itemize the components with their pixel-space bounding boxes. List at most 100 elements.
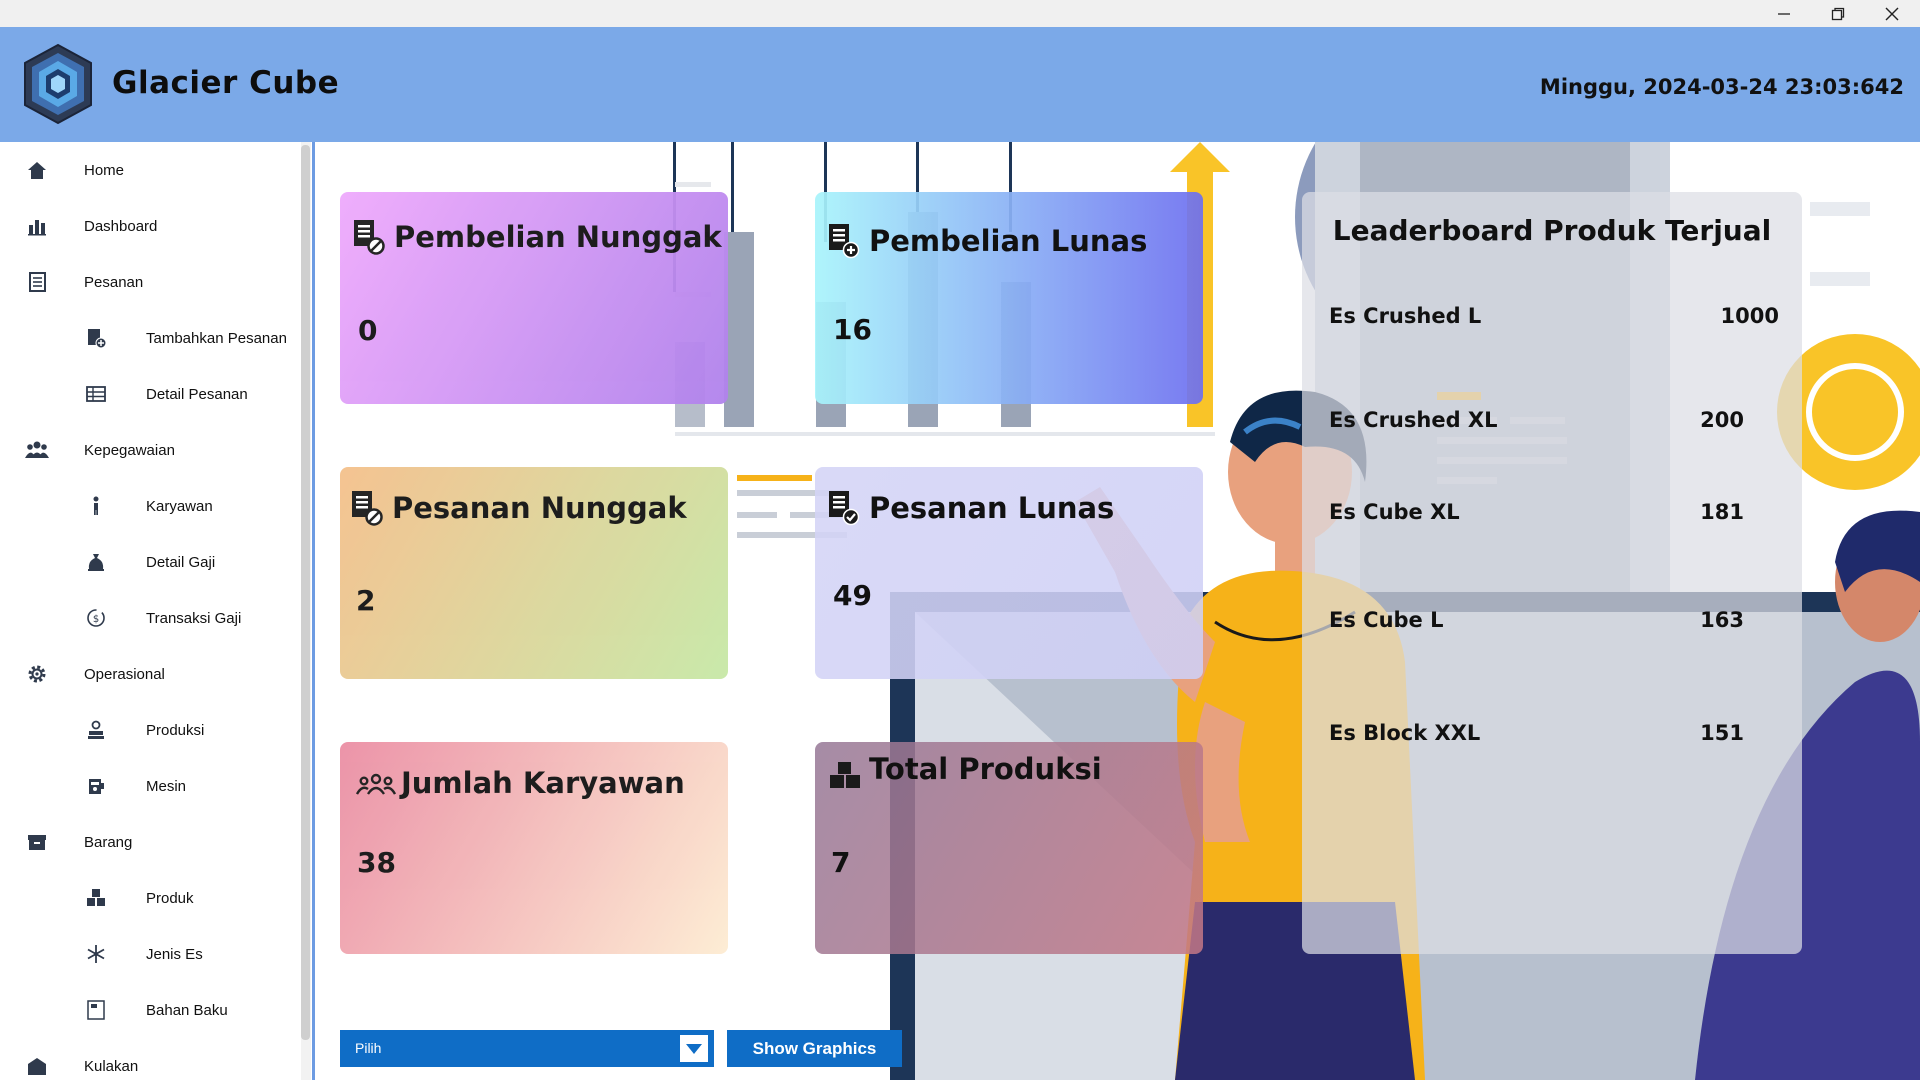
sidebar-item-label: Bahan Baku bbox=[146, 1001, 228, 1019]
boxes-stack-icon bbox=[83, 885, 109, 911]
show-graphics-button[interactable]: Show Graphics bbox=[727, 1030, 902, 1067]
datetime-display: Minggu, 2024-03-24 23:03:642 bbox=[1539, 75, 1904, 99]
leaderboard-product-name: Es Block XXL bbox=[1329, 721, 1481, 745]
sidebar-item-label: Detail Gaji bbox=[146, 553, 216, 571]
money-bag-icon bbox=[83, 549, 109, 575]
card-value: 38 bbox=[357, 846, 396, 879]
document-check-icon bbox=[829, 491, 860, 526]
sidebar-nav: Home Dashboard Pesanan Tambahkan Pesanan… bbox=[0, 142, 312, 1080]
window-titlebar bbox=[0, 0, 1920, 27]
sidebar-item-detail-gaji[interactable]: Detail Gaji bbox=[83, 544, 215, 580]
sidebar-item-operasional[interactable]: Operasional bbox=[24, 656, 165, 692]
people-group-icon bbox=[356, 773, 396, 795]
sidebar-item-dashboard[interactable]: Dashboard bbox=[24, 208, 157, 244]
graphics-select[interactable]: Pilih bbox=[340, 1030, 714, 1067]
sidebar-item-label: Mesin bbox=[146, 777, 187, 795]
leaderboard-product-name: Es Crushed XL bbox=[1329, 408, 1498, 432]
sidebar-scroll-thumb[interactable] bbox=[301, 145, 310, 1040]
snowflake-icon bbox=[83, 941, 109, 967]
glacier-cube-logo bbox=[24, 43, 92, 125]
card-title: Pesanan Nunggak bbox=[392, 491, 687, 525]
material-icon bbox=[83, 997, 109, 1023]
card-value: 0 bbox=[358, 314, 378, 347]
sidebar-item-label: Home bbox=[84, 161, 125, 179]
leaderboard-product-count: 163 bbox=[1700, 608, 1744, 632]
sidebar-item-kulakan[interactable]: Kulakan bbox=[24, 1048, 138, 1080]
sidebar-item-label: Pesanan bbox=[84, 273, 144, 291]
leaderboard-row: Es Cube L 163 bbox=[1329, 608, 1779, 638]
dashboard-main: Pembelian Nunggak 0 Pembelian Lunas 16 P… bbox=[315, 142, 1920, 1080]
sidebar-item-label: Kulakan bbox=[84, 1057, 139, 1075]
sidebar-item-pesanan[interactable]: Pesanan bbox=[24, 264, 143, 300]
sidebar-item-detail-pesanan[interactable]: Detail Pesanan bbox=[83, 376, 248, 412]
card-title: Pembelian Lunas bbox=[869, 224, 1148, 258]
close-button[interactable] bbox=[1864, 0, 1920, 27]
restore-icon bbox=[1831, 7, 1845, 20]
leaderboard-row: Es Crushed L 1000 bbox=[1329, 304, 1779, 334]
sidebar-item-label: Detail Pesanan bbox=[146, 385, 248, 403]
bar-chart-icon bbox=[24, 213, 50, 239]
warehouse-icon bbox=[24, 1053, 50, 1079]
card-pembelian-nunggak: Pembelian Nunggak 0 bbox=[340, 192, 728, 404]
app-header: Glacier Cube Minggu, 2024-03-24 23:03:64… bbox=[0, 27, 1920, 142]
leaderboard-product-name: Es Cube XL bbox=[1329, 500, 1460, 524]
add-document-icon bbox=[83, 325, 109, 351]
minimize-icon bbox=[1778, 12, 1790, 15]
leaderboard-product-count: 181 bbox=[1700, 500, 1744, 524]
leaderboard-product-name: Es Crushed L bbox=[1329, 304, 1482, 328]
document-list-icon bbox=[24, 269, 50, 295]
sidebar-item-mesin[interactable]: Mesin bbox=[83, 768, 186, 804]
leaderboard-panel: Leaderboard Produk Terjual Es Crushed L … bbox=[1302, 192, 1802, 954]
leaderboard-product-count: 200 bbox=[1700, 408, 1744, 432]
document-cancel-icon bbox=[354, 220, 385, 255]
sidebar-item-label: Dashboard bbox=[84, 217, 158, 235]
card-jumlah-karyawan: Jumlah Karyawan 38 bbox=[340, 742, 728, 954]
sidebar-item-produksi[interactable]: Produksi bbox=[83, 712, 204, 748]
people-group-icon bbox=[24, 437, 50, 463]
card-value: 7 bbox=[831, 846, 851, 879]
home-icon bbox=[24, 157, 50, 183]
card-title: Pembelian Nunggak bbox=[394, 220, 722, 254]
app-window: Glacier Cube Minggu, 2024-03-24 23:03:64… bbox=[0, 0, 1920, 1080]
sidebar-item-label: Tambahkan Pesanan bbox=[146, 329, 287, 347]
card-value: 16 bbox=[833, 313, 872, 346]
document-add-icon bbox=[829, 224, 860, 259]
sidebar-item-label: Produksi bbox=[146, 721, 205, 739]
card-pembelian-lunas: Pembelian Lunas 16 bbox=[815, 192, 1203, 404]
sidebar-item-produk[interactable]: Produk bbox=[83, 880, 194, 916]
chevron-down-icon[interactable] bbox=[680, 1035, 708, 1062]
sidebar-item-kepegawaian[interactable]: Kepegawaian bbox=[24, 432, 175, 468]
graphics-select-value: Pilih bbox=[355, 1040, 382, 1056]
sidebar-item-transaksi-gaji[interactable]: $ Transaksi Gaji bbox=[83, 600, 241, 636]
card-pesanan-nunggak: Pesanan Nunggak 2 bbox=[340, 467, 728, 679]
leaderboard-product-count: 151 bbox=[1700, 721, 1744, 745]
leaderboard-product-name: Es Cube L bbox=[1329, 608, 1444, 632]
sidebar-item-label: Karyawan bbox=[146, 497, 213, 515]
leaderboard-row: Es Block XXL 151 bbox=[1329, 721, 1779, 751]
sidebar-item-home[interactable]: Home bbox=[24, 152, 124, 188]
card-title: Total Produksi bbox=[869, 752, 1102, 786]
restore-button[interactable] bbox=[1810, 0, 1866, 27]
leaderboard-row: Es Cube XL 181 bbox=[1329, 500, 1779, 530]
svg-text:$: $ bbox=[93, 614, 99, 625]
card-value: 49 bbox=[833, 579, 872, 612]
sidebar-item-label: Kepegawaian bbox=[84, 441, 175, 459]
card-value: 2 bbox=[356, 584, 376, 617]
money-refresh-icon: $ bbox=[83, 605, 109, 631]
sidebar-item-label: Transaksi Gaji bbox=[146, 609, 242, 627]
card-title: Pesanan Lunas bbox=[869, 491, 1115, 525]
sidebar-item-tambahkan-pesanan[interactable]: Tambahkan Pesanan bbox=[83, 320, 287, 356]
sidebar-item-jenis-es[interactable]: Jenis Es bbox=[83, 936, 203, 972]
sidebar-item-barang[interactable]: Barang bbox=[24, 824, 132, 860]
card-total-produksi: Total Produksi 7 bbox=[815, 742, 1203, 954]
box-icon bbox=[24, 829, 50, 855]
gear-icon bbox=[24, 661, 50, 687]
sidebar-item-label: Operasional bbox=[84, 665, 165, 683]
leaderboard-title: Leaderboard Produk Terjual bbox=[1332, 214, 1772, 247]
sidebar-item-label: Produk bbox=[146, 889, 194, 907]
minimize-button[interactable] bbox=[1756, 0, 1812, 27]
sidebar-item-karyawan[interactable]: Karyawan bbox=[83, 488, 213, 524]
card-pesanan-lunas: Pesanan Lunas 49 bbox=[815, 467, 1203, 679]
sidebar-item-bahan-baku[interactable]: Bahan Baku bbox=[83, 992, 228, 1028]
leaderboard-product-count: 1000 bbox=[1720, 304, 1779, 328]
